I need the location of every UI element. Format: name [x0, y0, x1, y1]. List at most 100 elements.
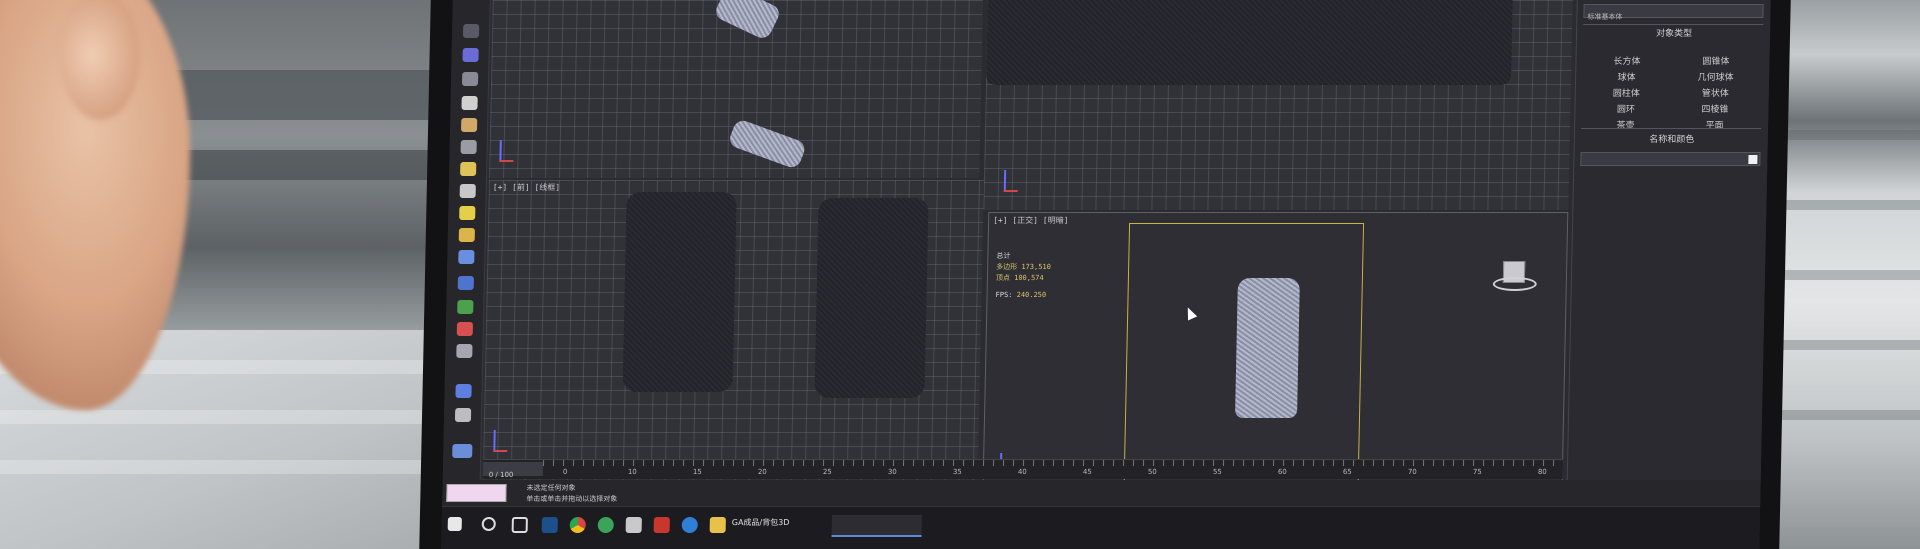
timeline-tick-labels: 0 10 15 20 25 30 35 40 45 50 55 60 65 70…	[543, 468, 1563, 480]
bag-cloth-back	[814, 198, 929, 398]
viewport-label[interactable]: [+] [前] [线框]	[493, 182, 561, 193]
tick-label: 50	[1147, 468, 1157, 476]
tick-label: 0	[562, 468, 568, 476]
viewport-bottom-left[interactable]: [+] [前] [线框]	[482, 180, 984, 482]
settings-icon[interactable]	[454, 408, 472, 422]
stats-overlay: 总计 多边形 173,510 顶点 100,574 FPS: 240.250	[995, 251, 1051, 301]
office-background-right	[1770, 0, 1920, 549]
sphere-icon[interactable]	[457, 300, 474, 314]
shape-icon[interactable]	[459, 206, 476, 220]
stats-verts-label: 顶点	[995, 274, 1011, 282]
bag-mesh-top	[712, 0, 783, 42]
rotate-icon[interactable]	[462, 48, 479, 62]
timeline[interactable]: 0 / 100 0 10 15 20 25 30 35 40 45 50 55 …	[482, 459, 1564, 480]
command-panel: 标准基本体 对象类型 长方体 圆锥体 球体 几何球体 圆柱体 管状体 圆环 四棱…	[1565, 0, 1771, 549]
tick-label: 65	[1342, 468, 1352, 476]
tick-label: 40	[1017, 468, 1027, 476]
tick-label: 60	[1277, 468, 1287, 476]
maxscript-listener[interactable]	[446, 484, 507, 502]
search-icon[interactable]	[481, 517, 496, 531]
render-icon[interactable]	[457, 276, 474, 290]
camera-icon[interactable]	[460, 140, 477, 154]
scale-icon[interactable]	[461, 72, 479, 86]
stats-verts-value: 100,574	[1014, 274, 1044, 282]
viewport-top-right[interactable]	[983, 0, 1573, 210]
taskbar-app-title[interactable]: GA成品/背包3D	[732, 517, 790, 528]
app-icon[interactable]	[625, 517, 642, 533]
taskview-icon[interactable]	[511, 517, 528, 533]
photo-scene: [+] [前] [线框] [+] [正交] [明暗] 总计 多边形 173,51…	[0, 0, 1920, 549]
box-icon[interactable]	[456, 322, 474, 336]
object-type-box[interactable]: 长方体	[1586, 54, 1667, 67]
snap-icon[interactable]	[456, 344, 473, 358]
object-type-cone[interactable]: 圆锥体	[1675, 54, 1756, 67]
object-type-plane[interactable]: 平面	[1674, 118, 1755, 131]
light-icon[interactable]	[460, 162, 477, 176]
status-line-1: 未选定任何对象	[526, 484, 576, 492]
object-type-cylinder[interactable]: 圆柱体	[1586, 86, 1667, 99]
material-icon[interactable]	[458, 250, 475, 264]
folder-icon[interactable]	[709, 517, 726, 533]
link-icon[interactable]	[460, 118, 478, 132]
axis-x	[493, 450, 508, 452]
windows-icon[interactable]	[447, 517, 462, 531]
browser-icon[interactable]	[597, 517, 614, 533]
taskbar-active-app[interactable]	[831, 515, 922, 537]
bag-cloth-front	[622, 192, 737, 392]
name-field[interactable]	[1580, 152, 1761, 166]
select-icon[interactable]	[461, 96, 478, 110]
frame-counter: 0 / 100	[488, 471, 514, 479]
bag-mesh-top-2	[727, 118, 808, 170]
fps-label: FPS:	[995, 291, 1013, 299]
category-dropdown-value: 标准基本体	[1587, 13, 1623, 21]
viewport-top-left[interactable]	[489, 0, 983, 178]
bag-mesh-3d	[1234, 278, 1300, 418]
media-icon[interactable]	[681, 517, 698, 533]
taskbar: GA成品/背包3D	[441, 506, 1761, 549]
tick-label: 80	[1537, 468, 1547, 476]
category-dropdown[interactable]: 标准基本体	[1583, 4, 1764, 21]
bag-cloth-top-view	[985, 0, 1513, 85]
axis-y	[1003, 170, 1007, 192]
status-bar: 未选定任何对象 单击或单击并拖动以选择对象	[442, 480, 1761, 506]
tick-label: 25	[822, 468, 832, 476]
axis-y	[493, 430, 496, 452]
object-type-sphere[interactable]: 球体	[1586, 70, 1667, 83]
tick-label: 30	[887, 468, 897, 476]
tick-label: 15	[692, 468, 702, 476]
chrome-icon[interactable]	[569, 517, 586, 533]
fps-value: 240.250	[1016, 291, 1047, 299]
object-type-torus[interactable]: 圆环	[1585, 102, 1666, 115]
status-line-2: 单击或单击并拖动以选择对象	[526, 495, 618, 503]
helper-icon[interactable]	[459, 184, 476, 198]
viewcube-icon[interactable]	[982, 240, 984, 260]
move-icon[interactable]	[462, 24, 480, 38]
axis-x	[499, 160, 514, 162]
object-type-tube[interactable]: 管状体	[1675, 86, 1756, 99]
time-slider[interactable]: 0 / 100	[482, 462, 544, 479]
viewcube-ring[interactable]	[1492, 277, 1537, 291]
tick-label: 35	[952, 468, 962, 476]
object-type-teapot[interactable]: 茶壶	[1585, 118, 1666, 131]
tick-label: 70	[1407, 468, 1417, 476]
object-type-title[interactable]: 对象类型	[1577, 26, 1771, 39]
acrobat-icon[interactable]	[653, 517, 670, 533]
object-type-pyramid[interactable]: 四棱锥	[1674, 102, 1755, 115]
axis-x	[1003, 190, 1018, 192]
monitor: [+] [前] [线框] [+] [正交] [明暗] 总计 多边形 173,51…	[419, 0, 1791, 549]
geometry-icon[interactable]	[458, 228, 475, 242]
name-color-title[interactable]: 名称和颜色	[1575, 132, 1769, 145]
object-color-swatch[interactable]	[1748, 155, 1758, 164]
photoshop-icon[interactable]	[541, 517, 558, 533]
tick-label: 55	[1212, 468, 1222, 476]
tick-label: 20	[757, 468, 767, 476]
layer-icon[interactable]	[455, 384, 472, 398]
object-type-grid: 长方体 圆锥体 球体 几何球体 圆柱体 管状体 圆环 四棱锥 茶壶 平面	[1585, 54, 1757, 131]
object-type-geosphere[interactable]: 几何球体	[1675, 70, 1756, 83]
stats-total-label: 总计	[996, 252, 1011, 260]
stats-polys-value: 173,510	[1021, 263, 1051, 271]
viewport-label[interactable]: [+] [正交] [明暗]	[993, 215, 1069, 226]
tick-label: 10	[627, 468, 637, 476]
3d-app-screen: [+] [前] [线框] [+] [正交] [明暗] 总计 多边形 173,51…	[441, 0, 1771, 549]
help-icon[interactable]	[452, 444, 473, 458]
